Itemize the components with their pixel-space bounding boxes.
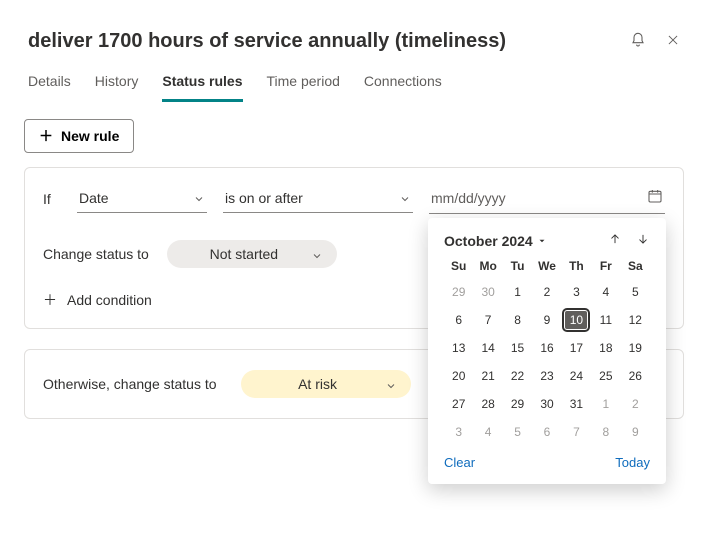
status-select-not-started[interactable]: Not started <box>167 240 337 268</box>
calendar-day[interactable]: 19 <box>621 339 650 357</box>
calendar-month-select[interactable]: October 2024 <box>444 233 608 249</box>
calendar-day[interactable]: 13 <box>444 339 473 357</box>
close-icon[interactable] <box>666 33 680 50</box>
calendar-day[interactable]: 26 <box>621 367 650 385</box>
add-condition-label: Add condition <box>67 292 152 308</box>
calendar-day[interactable]: 27 <box>444 395 473 413</box>
calendar-day[interactable]: 23 <box>532 367 561 385</box>
calendar-day[interactable]: 17 <box>562 339 591 357</box>
calendar-day[interactable]: 20 <box>444 367 473 385</box>
tab-history[interactable]: History <box>95 73 139 102</box>
calendar-day[interactable]: 1 <box>591 395 620 413</box>
calendar-day[interactable]: 28 <box>473 395 502 413</box>
calendar-day[interactable]: 5 <box>621 283 650 301</box>
calendar-dow: Tu <box>503 259 532 273</box>
calendar-day[interactable]: 31 <box>562 395 591 413</box>
bell-icon[interactable] <box>630 32 646 51</box>
chevron-down-icon <box>193 192 205 204</box>
new-rule-button[interactable]: ＋ New rule <box>24 119 134 153</box>
calendar-day[interactable]: 1 <box>503 283 532 301</box>
calendar-clear-button[interactable]: Clear <box>444 455 475 470</box>
calendar-day[interactable]: 5 <box>503 423 532 441</box>
status-value: At risk <box>298 376 337 392</box>
calendar-day[interactable]: 9 <box>621 423 650 441</box>
calendar-day[interactable]: 3 <box>444 423 473 441</box>
calendar-grid: SuMoTuWeThFrSa29301234567891011121314151… <box>444 259 650 441</box>
calendar-dow: Sa <box>621 259 650 273</box>
calendar-day[interactable]: 9 <box>532 311 561 329</box>
page-title: deliver 1700 hours of service annually (… <box>28 30 630 53</box>
calendar-day[interactable]: 30 <box>532 395 561 413</box>
otherwise-label: Otherwise, change status to <box>43 376 217 392</box>
if-label: If <box>43 191 61 207</box>
calendar-day[interactable]: 25 <box>591 367 620 385</box>
calendar-day[interactable]: 21 <box>473 367 502 385</box>
calendar-icon[interactable] <box>647 188 663 207</box>
calendar-dow: Mo <box>473 259 502 273</box>
calendar-day[interactable]: 15 <box>503 339 532 357</box>
calendar-dow: Th <box>562 259 591 273</box>
calendar-day[interactable]: 4 <box>591 283 620 301</box>
calendar-day[interactable]: 12 <box>621 311 650 329</box>
calendar-day[interactable]: 2 <box>621 395 650 413</box>
calendar-day[interactable]: 2 <box>532 283 561 301</box>
status-select-at-risk[interactable]: At risk <box>241 370 411 398</box>
operator-select[interactable]: is on or after <box>223 186 413 213</box>
calendar-day[interactable]: 24 <box>562 367 591 385</box>
tab-time-period[interactable]: Time period <box>267 73 340 102</box>
calendar-day[interactable]: 8 <box>591 423 620 441</box>
calendar-day[interactable]: 8 <box>503 311 532 329</box>
chevron-down-icon <box>311 249 323 261</box>
add-condition-button[interactable]: ＋ Add condition <box>43 292 152 308</box>
calendar-next-icon[interactable] <box>636 232 650 249</box>
date-input[interactable]: mm/dd/yyyy <box>429 184 665 214</box>
field-select[interactable]: Date <box>77 186 207 213</box>
plus-icon: ＋ <box>39 129 53 143</box>
tab-bar: Details History Status rules Time period… <box>0 53 708 103</box>
calendar-day[interactable]: 7 <box>562 423 591 441</box>
operator-select-value: is on or after <box>225 190 303 206</box>
calendar-day[interactable]: 6 <box>532 423 561 441</box>
calendar-day[interactable]: 18 <box>591 339 620 357</box>
tab-status-rules[interactable]: Status rules <box>162 73 242 102</box>
calendar-today-button[interactable]: Today <box>615 455 650 470</box>
calendar-dow: Su <box>444 259 473 273</box>
calendar-day[interactable]: 14 <box>473 339 502 357</box>
new-rule-label: New rule <box>61 128 119 144</box>
calendar-day[interactable]: 16 <box>532 339 561 357</box>
plus-icon: ＋ <box>43 293 57 307</box>
tab-details[interactable]: Details <box>28 73 71 102</box>
calendar-day[interactable]: 29 <box>444 283 473 301</box>
date-placeholder: mm/dd/yyyy <box>431 190 506 206</box>
calendar-day-today[interactable]: 10 <box>565 311 587 329</box>
calendar-dow: We <box>532 259 561 273</box>
calendar-day[interactable]: 30 <box>473 283 502 301</box>
calendar-dow: Fr <box>591 259 620 273</box>
calendar-day[interactable]: 22 <box>503 367 532 385</box>
tab-connections[interactable]: Connections <box>364 73 442 102</box>
calendar-day[interactable]: 4 <box>473 423 502 441</box>
calendar-day[interactable]: 11 <box>591 311 620 329</box>
chevron-down-icon <box>385 379 397 391</box>
calendar-day[interactable]: 29 <box>503 395 532 413</box>
calendar-prev-icon[interactable] <box>608 232 622 249</box>
calendar-month-label: October 2024 <box>444 233 533 249</box>
chevron-down-icon <box>399 192 411 204</box>
calendar-day[interactable]: 3 <box>562 283 591 301</box>
date-picker-popup: October 2024 SuMoTuWeThFrSa2930123456789… <box>428 218 666 484</box>
status-value: Not started <box>210 246 278 262</box>
calendar-day[interactable]: 6 <box>444 311 473 329</box>
field-select-value: Date <box>79 190 109 206</box>
change-status-label: Change status to <box>43 246 149 262</box>
calendar-day[interactable]: 7 <box>473 311 502 329</box>
